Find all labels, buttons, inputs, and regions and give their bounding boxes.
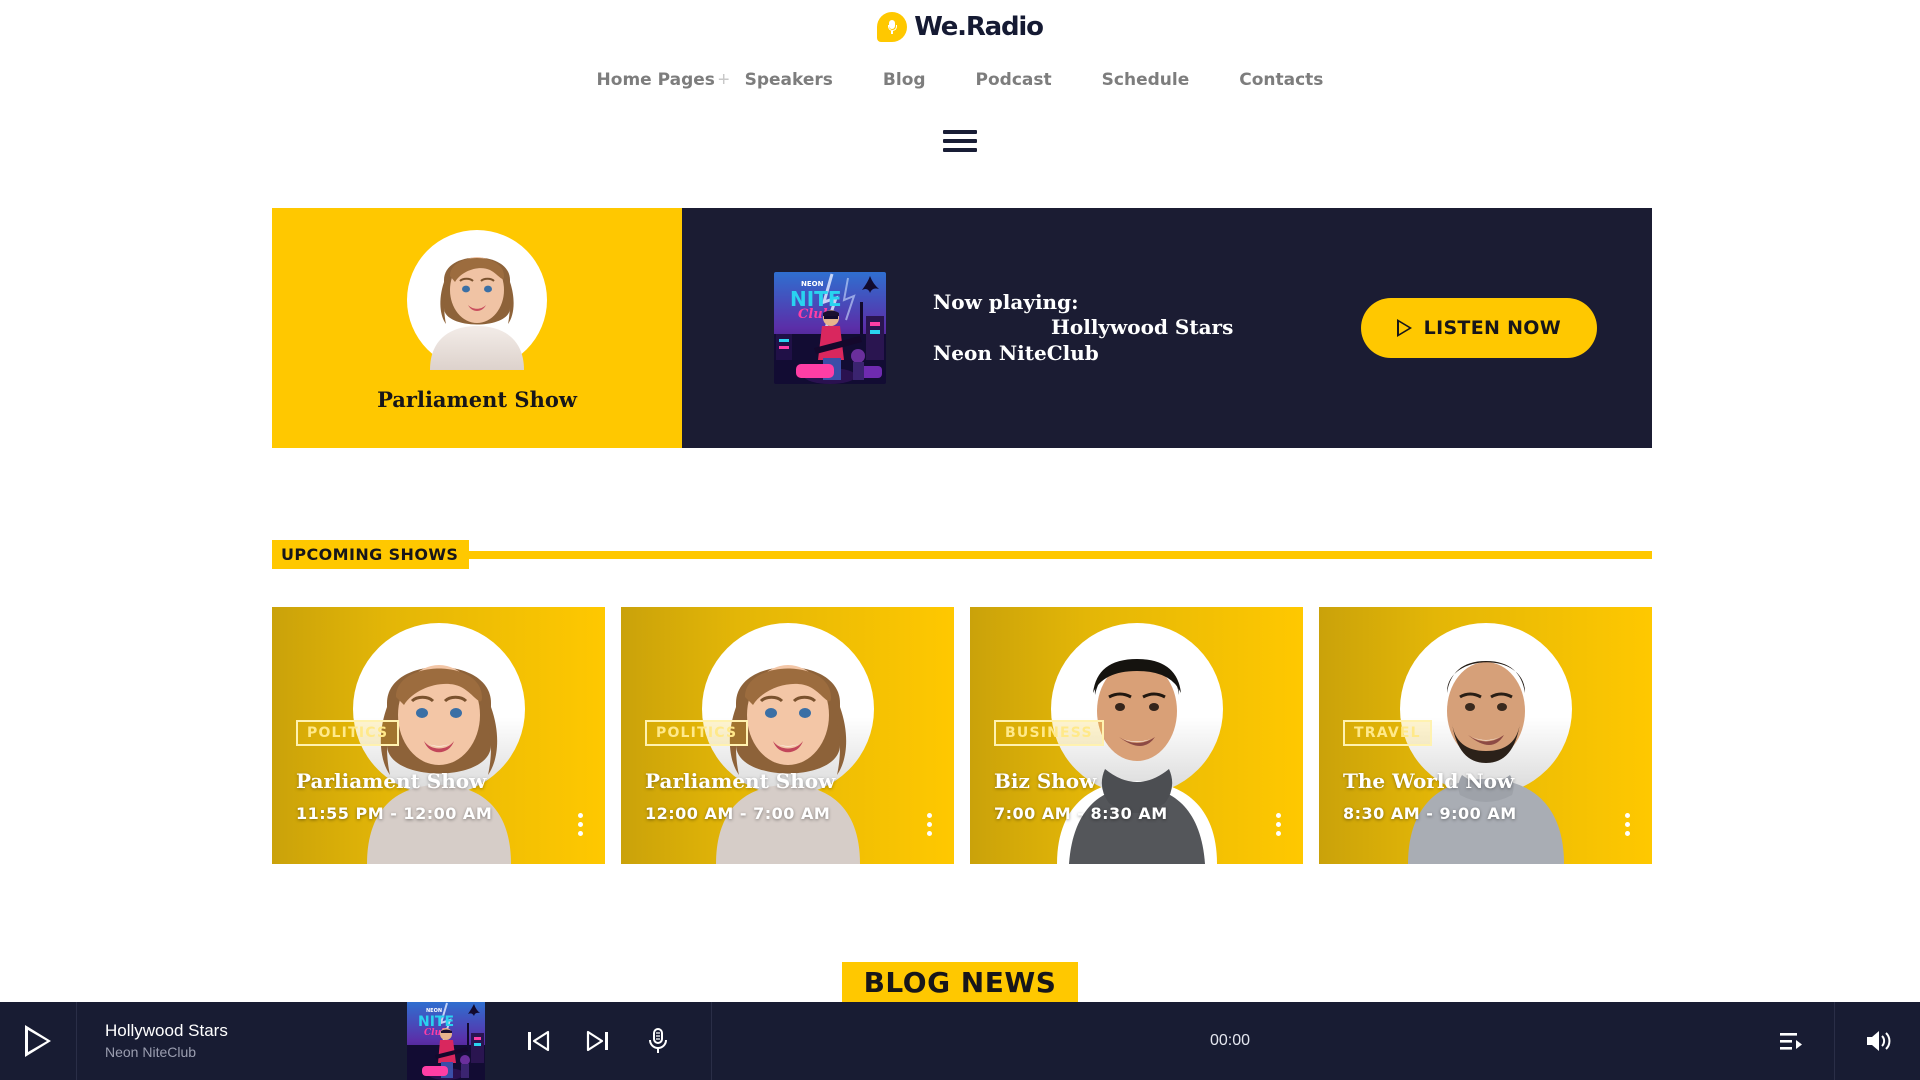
kebab-menu-icon[interactable] [578,813,583,836]
show-time: 12:00 AM - 7:00 AM [645,804,831,823]
page-root: We.Radio Home Pages + Speakers Blog Podc… [0,0,1920,1080]
neon-nite-club-album-art: NEON NITE Club [774,272,886,384]
blog-section-title: BLOG NEWS [841,962,1079,1006]
show-card[interactable]: BUSINESS Biz Show 7:00 AM - 8:30 AM [970,607,1303,864]
hamburger-menu-icon[interactable] [943,130,977,152]
show-category-badge: TRAVEL [1343,720,1432,746]
microphone-bubble-icon [877,12,908,42]
listen-now-button[interactable]: LISTEN NOW [1360,298,1597,358]
nav-item-schedule[interactable]: Schedule [1077,70,1215,90]
show-time: 7:00 AM - 8:30 AM [994,804,1168,823]
main-navigation: Home Pages + Speakers Blog Podcast Sched… [0,56,1920,104]
play-icon [25,1025,51,1057]
microphone-icon[interactable] [645,1027,671,1055]
show-card[interactable]: POLITICS Parliament Show 11:55 PM - 12:0… [272,607,605,864]
hero-show-panel[interactable]: Parliament Show [272,208,682,448]
skip-previous-icon[interactable] [525,1028,551,1054]
skip-next-icon[interactable] [585,1028,611,1054]
show-title: Biz Show [994,769,1097,793]
now-playing-album: Neon NiteClub [933,340,1099,365]
player-right-controls [1748,1002,1920,1080]
neon-nite-club-album-art: NEON NITE Club [407,1002,485,1080]
show-time: 11:55 PM - 12:00 AM [296,804,493,823]
play-triangle-icon [1396,319,1412,337]
hero-album-cover: NEON NITE Club [774,272,886,384]
nav-item-home-pages[interactable]: Home Pages [572,70,740,90]
player-elapsed-time: 00:00 [1209,1032,1251,1049]
blog-news-header: BLOG NEWS [0,962,1920,1006]
listen-now-label: LISTEN NOW [1423,317,1561,339]
player-play-button[interactable] [0,1002,77,1080]
now-playing-label: Now playing: [933,289,1079,314]
hero-player-panel: NEON NITE Club Now playing: Hollywood St… [682,208,1652,448]
upcoming-shows-list: POLITICS Parliament Show 11:55 PM - 12:0… [272,607,1652,864]
hero-host-photo [392,230,562,370]
player-playlist-button[interactable] [1748,1002,1834,1080]
show-category-badge: POLITICS [296,720,400,746]
kebab-menu-icon[interactable] [1276,813,1281,836]
audio-player-bar: Hollywood Stars Neon NiteClub NEON NITE … [0,1002,1920,1080]
show-title: The World Now [1343,769,1515,793]
now-playing-banner: Parliament Show NEON NITE Club Now playi… [272,208,1652,448]
show-card[interactable]: POLITICS Parliament Show 12:00 AM - 7:00… [621,607,954,864]
playlist-icon [1780,1033,1802,1050]
show-category-badge: BUSINESS [994,720,1104,746]
now-playing-text: Now playing: Hollywood Stars Neon NiteCl… [933,290,1233,367]
show-category-badge: POLITICS [645,720,749,746]
volume-icon [1866,1031,1890,1051]
player-track-info: Hollywood Stars Neon NiteClub [77,1020,407,1062]
player-volume-button[interactable] [1834,1002,1920,1080]
player-album-cover: NEON NITE Club [407,1002,485,1080]
nav-item-contacts[interactable]: Contacts [1214,70,1348,90]
kebab-menu-icon[interactable] [1625,813,1630,836]
player-track-title: Hollywood Stars [105,1021,228,1041]
logo-text: We.Radio [914,12,1044,42]
nav-item-podcast[interactable]: Podcast [951,70,1077,90]
show-title: Parliament Show [645,769,836,793]
show-card[interactable]: TRAVEL The World Now 8:30 AM - 9:00 AM [1319,607,1652,864]
nav-item-speakers[interactable]: Speakers [720,70,858,90]
player-controls [485,1027,711,1055]
woman-host-portrait-illustration [430,257,524,370]
section-rule [467,550,1652,559]
player-track-artist: Neon NiteClub [105,1044,197,1061]
kebab-menu-icon[interactable] [927,813,932,836]
site-logo[interactable]: We.Radio [0,0,1920,48]
section-title: UPCOMING SHOWS [272,540,470,569]
upcoming-shows-header: UPCOMING SHOWS [272,540,1652,569]
show-title: Parliament Show [296,769,487,793]
now-playing-track: Hollywood Stars [1051,315,1234,340]
hero-show-title: Parliament Show [377,387,577,412]
nav-item-blog[interactable]: Blog [858,70,951,90]
show-time: 8:30 AM - 9:00 AM [1343,804,1517,823]
